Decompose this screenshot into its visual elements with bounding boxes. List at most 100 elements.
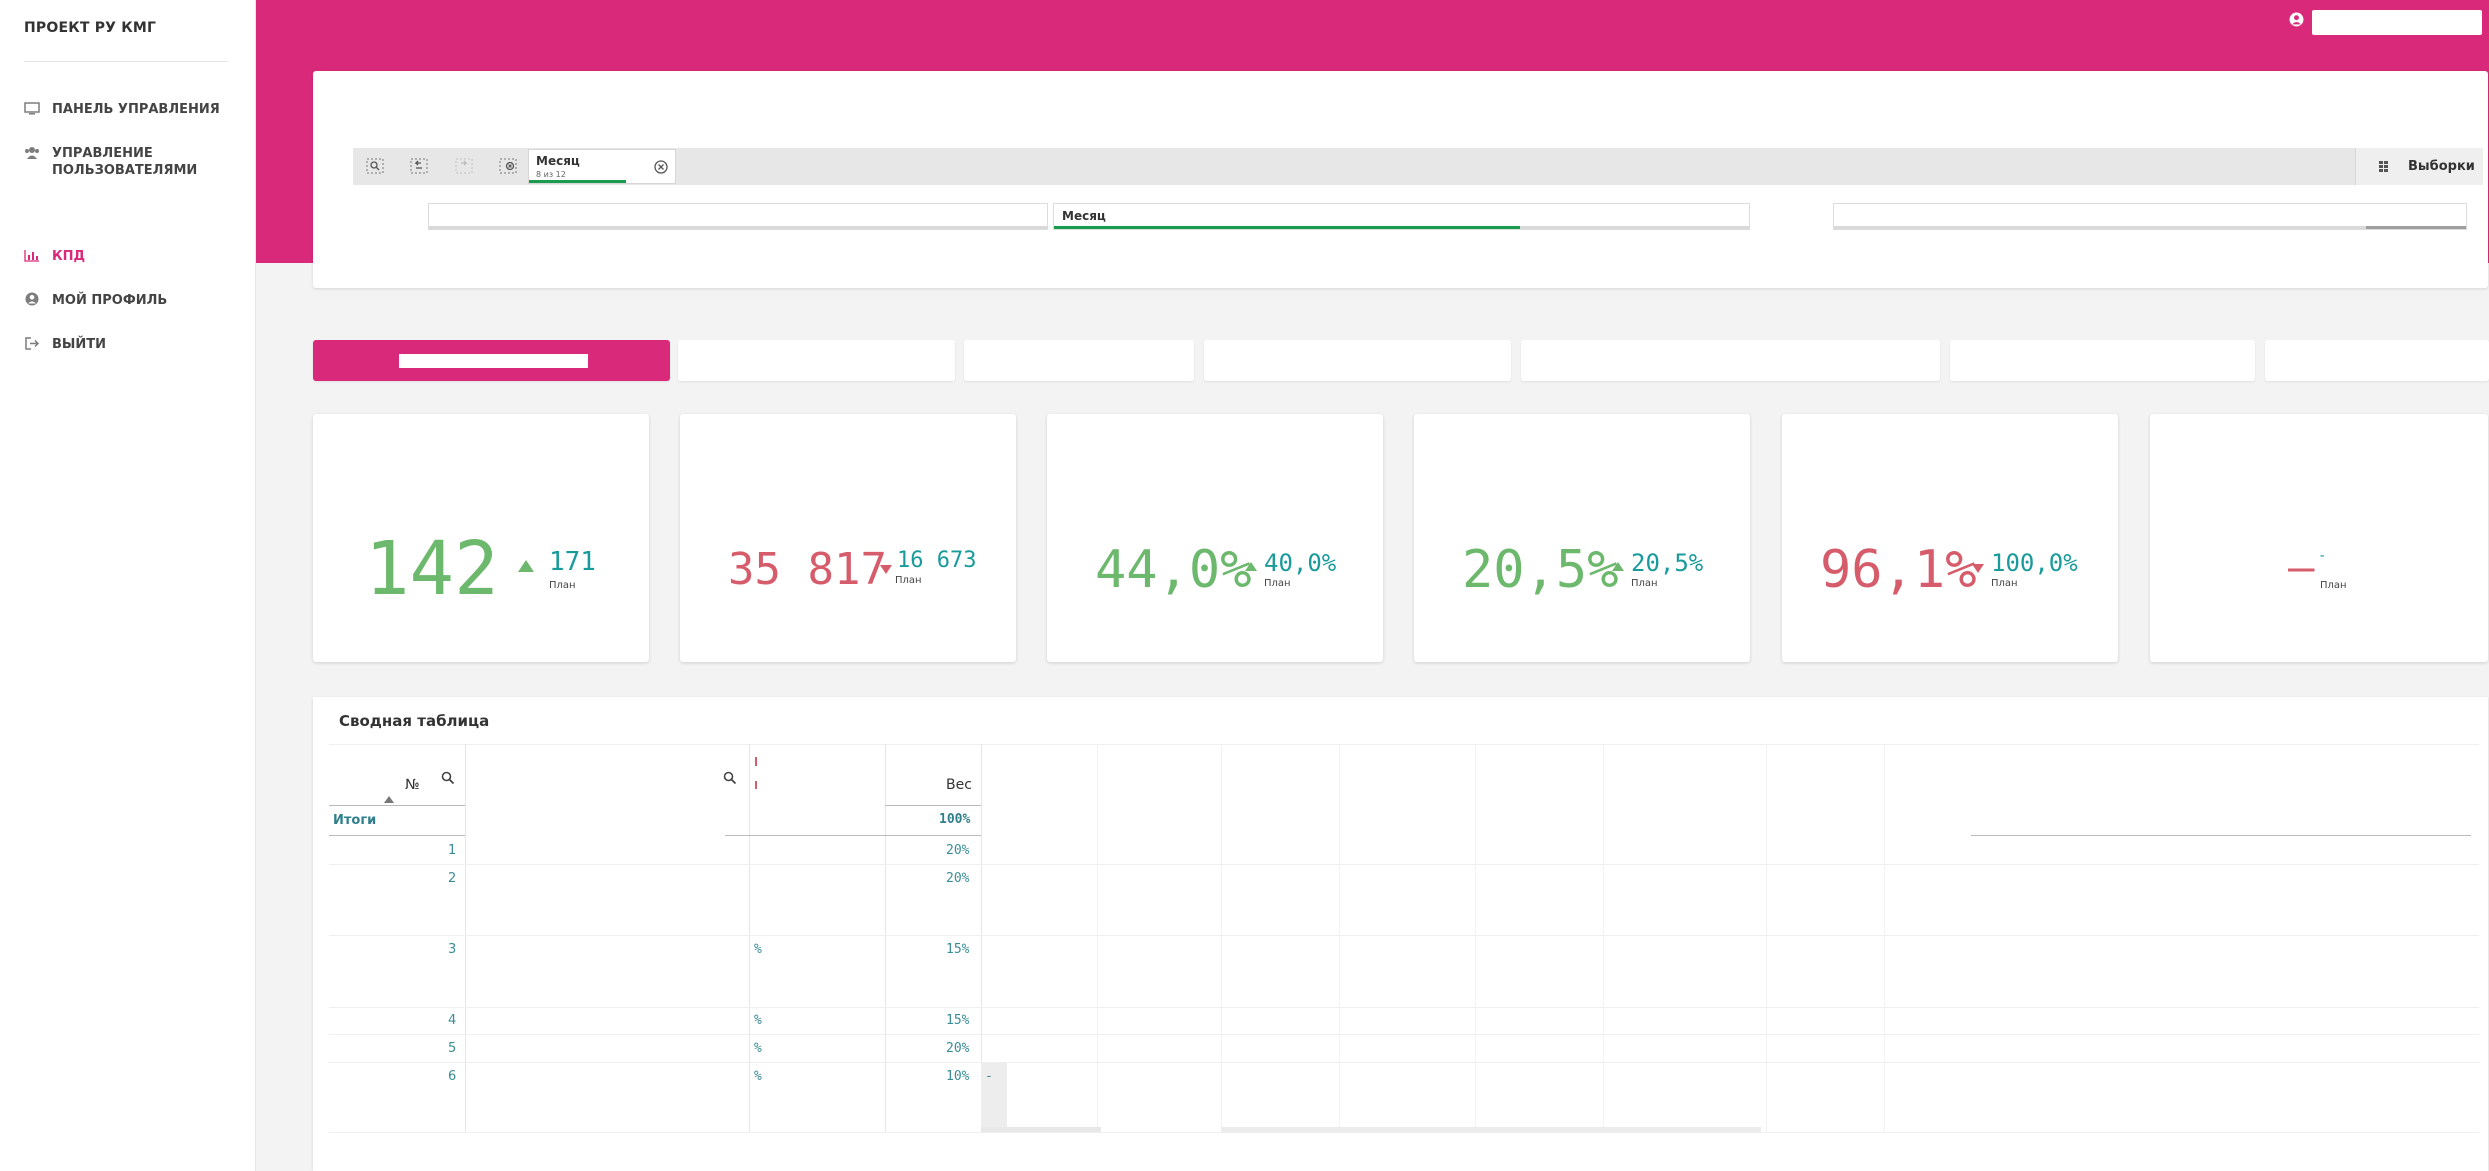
sidebar-item-dashboard[interactable]: ПАНЕЛЬ УПРАВЛЕНИЯ bbox=[24, 101, 220, 118]
selection-toolbar: Месяц 8 из 12 Выборки bbox=[353, 148, 2483, 185]
trend-up-icon bbox=[1245, 562, 1257, 571]
row-num: 6 bbox=[448, 1069, 457, 1084]
trend-down-icon bbox=[1972, 564, 1984, 573]
col-separator bbox=[465, 744, 466, 1132]
tab-5[interactable] bbox=[1521, 340, 1940, 381]
kpi-plan-label: План bbox=[2320, 580, 2347, 591]
col-separator bbox=[885, 744, 886, 1132]
kpi-value: – bbox=[2288, 542, 2315, 593]
user-icon[interactable] bbox=[2289, 12, 2304, 27]
close-icon[interactable] bbox=[654, 159, 668, 174]
tab-label-pill bbox=[399, 354, 588, 368]
kpi-plan: 16 673 bbox=[897, 548, 977, 573]
pivot-title: Сводная таблица bbox=[339, 712, 490, 730]
selections-button[interactable]: Выборки bbox=[2355, 148, 2483, 185]
col-separator bbox=[1221, 744, 1222, 1132]
tab-3[interactable] bbox=[964, 340, 1194, 381]
row-weight: 15% bbox=[946, 942, 970, 957]
filter-track bbox=[429, 226, 1047, 229]
trend-down-icon bbox=[880, 565, 892, 574]
row-divider bbox=[329, 1034, 2479, 1035]
horizontal-scrollbar-track[interactable] bbox=[1221, 1127, 1761, 1132]
pivot-table-panel: Сводная таблица № Вес Итоги 100% 1 20% 2… bbox=[313, 697, 2488, 1171]
kpi-card: – - План bbox=[2150, 414, 2488, 662]
filter-box-right[interactable] bbox=[1833, 203, 2467, 230]
header-top-line bbox=[329, 744, 2479, 745]
kpi-plan-label: План bbox=[549, 580, 576, 591]
chip-selection-bar bbox=[529, 180, 627, 183]
kpi-plan: 40,0% bbox=[1264, 549, 1337, 577]
kpi-card: 44,0% 40,0% План bbox=[1047, 414, 1383, 662]
kpi-value: 96,1% bbox=[1820, 540, 1977, 600]
row-divider bbox=[329, 935, 2479, 936]
trend-up-icon bbox=[1612, 562, 1624, 571]
col-separator bbox=[1339, 744, 1340, 1132]
sidebar: ПРОЕКТ РУ КМГ ПАНЕЛЬ УПРАВЛЕНИЯ УПРАВЛЕН… bbox=[0, 0, 256, 1171]
sidebar-item-label: КПД bbox=[52, 249, 86, 264]
search-icon[interactable] bbox=[441, 771, 455, 785]
table-bottom-line bbox=[329, 1132, 2479, 1133]
totals-top-border bbox=[885, 805, 981, 806]
step-forward-button[interactable] bbox=[454, 157, 474, 175]
header-marker bbox=[755, 757, 757, 766]
logout-icon bbox=[24, 336, 40, 350]
search-icon[interactable] bbox=[723, 771, 737, 785]
sort-asc-icon[interactable] bbox=[384, 796, 394, 803]
tab-4[interactable] bbox=[1204, 340, 1511, 381]
kpi-plan: 20,5% bbox=[1631, 549, 1704, 577]
row-num: 3 bbox=[448, 942, 457, 957]
profile-icon bbox=[24, 292, 40, 306]
kpi-plan-label: План bbox=[1631, 578, 1658, 589]
selections-button-label: Выборки bbox=[2408, 159, 2475, 174]
col-separator bbox=[1097, 744, 1098, 1132]
tab-1[interactable] bbox=[313, 340, 670, 381]
column-header-num[interactable]: № bbox=[405, 777, 420, 793]
kpi-card: 20,5% 20,5% План bbox=[1414, 414, 1750, 662]
row-pct: % bbox=[754, 1013, 762, 1028]
kpi-card: 142 171 План bbox=[313, 414, 649, 662]
row-divider bbox=[329, 1062, 2479, 1063]
row-num: 2 bbox=[448, 871, 457, 886]
row-pct: % bbox=[754, 1069, 762, 1084]
col-separator bbox=[1475, 744, 1476, 1132]
sidebar-item-logout[interactable]: ВЫЙТИ bbox=[24, 336, 106, 353]
sidebar-item-label: ПАНЕЛЬ УПРАВЛЕНИЯ bbox=[52, 102, 220, 117]
tab-2[interactable] bbox=[678, 340, 955, 381]
selection-chip-month[interactable]: Месяц 8 из 12 bbox=[528, 149, 676, 184]
row-divider bbox=[329, 864, 2479, 865]
clear-selections-button[interactable] bbox=[498, 157, 518, 175]
totals-top-border bbox=[329, 805, 465, 806]
row-num: 5 bbox=[448, 1041, 457, 1056]
user-name-field[interactable] bbox=[2312, 10, 2482, 35]
horizontal-scrollbar[interactable] bbox=[981, 1127, 1101, 1132]
kpi-plan-label: План bbox=[895, 575, 922, 586]
sidebar-item-label: МОЙ ПРОФИЛЬ bbox=[52, 293, 168, 308]
sidebar-item-kpd[interactable]: КПД bbox=[24, 248, 85, 265]
sidebar-item-label: УПРАВЛЕНИЕ ПОЛЬЗОВАТЕЛЯМИ bbox=[52, 146, 198, 178]
bar-chart-icon bbox=[24, 248, 40, 262]
totals-label: Итоги bbox=[333, 813, 377, 828]
step-back-button[interactable] bbox=[409, 157, 429, 175]
brand-divider bbox=[24, 61, 228, 62]
kpi-value: 20,5% bbox=[1462, 540, 1619, 600]
filter-box-left[interactable] bbox=[428, 203, 1048, 230]
row-num: 4 bbox=[448, 1013, 457, 1028]
col-separator bbox=[749, 744, 750, 1132]
kpi-plan-label: План bbox=[1991, 578, 2018, 589]
tab-6[interactable] bbox=[1950, 340, 2255, 381]
smart-search-button[interactable] bbox=[365, 157, 385, 175]
kpi-plan: - bbox=[2318, 548, 2327, 564]
tab-7[interactable] bbox=[2265, 340, 2489, 381]
sidebar-item-users[interactable]: УПРАВЛЕНИЕ ПОЛЬЗОВАТЕЛЯМИ bbox=[24, 145, 214, 179]
row-divider bbox=[329, 1007, 2479, 1008]
chip-subtitle: 8 из 12 bbox=[536, 170, 566, 179]
totals-bottom-border bbox=[725, 835, 981, 836]
kpi-value: 44,0% bbox=[1095, 540, 1252, 600]
chip-title: Месяц bbox=[536, 154, 580, 168]
row-weight: 10% bbox=[946, 1069, 970, 1084]
totals-bottom-border bbox=[329, 835, 465, 836]
filter-box-month[interactable]: Месяц bbox=[1053, 203, 1750, 230]
sidebar-item-profile[interactable]: МОЙ ПРОФИЛЬ bbox=[24, 292, 167, 309]
column-header-weight[interactable]: Вес bbox=[946, 777, 972, 793]
filter-label: Месяц bbox=[1062, 209, 1106, 223]
